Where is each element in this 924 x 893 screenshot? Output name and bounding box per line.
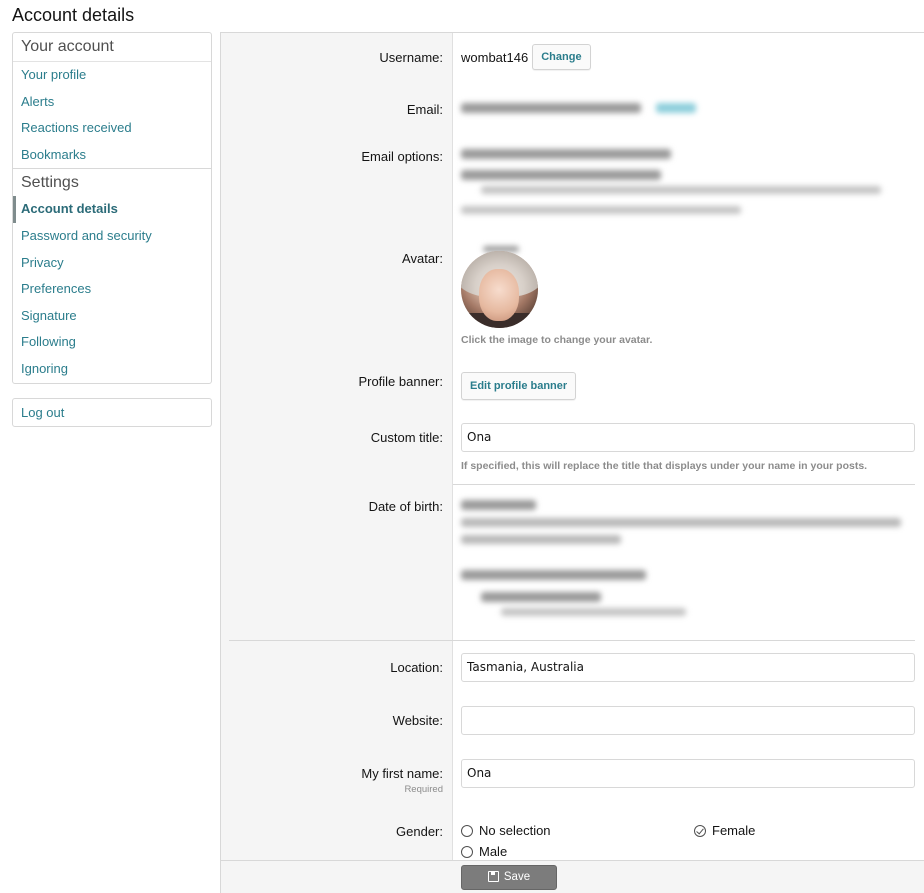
sidebar-item-alerts[interactable]: Alerts <box>13 89 211 116</box>
location-label: Location: <box>390 660 443 675</box>
profile-banner-label: Profile banner: <box>358 374 443 389</box>
sidebar-item-account-details[interactable]: Account details <box>13 196 211 223</box>
avatar-label: Avatar: <box>402 251 443 266</box>
sidebar-item-signature[interactable]: Signature <box>13 303 211 330</box>
sidebar-item-preferences[interactable]: Preferences <box>13 276 211 303</box>
page-title: Account details <box>12 5 135 25</box>
sidebar-item-following[interactable]: Following <box>13 329 211 356</box>
form-submit-row: Save <box>220 861 924 893</box>
sidebar-item-password-security[interactable]: Password and security <box>13 223 211 250</box>
sidebar-item-ignoring[interactable]: Ignoring <box>13 356 211 383</box>
custom-title-label: Custom title: <box>370 430 443 445</box>
radio-icon <box>461 846 473 858</box>
sidebar-item-bookmarks[interactable]: Bookmarks <box>13 142 211 169</box>
account-details-form: Username: wombat146 Change Email: Email … <box>220 32 924 861</box>
custom-title-input[interactable]: Ona <box>461 423 915 452</box>
sidebar-item-reactions-received[interactable]: Reactions received <box>13 115 211 142</box>
gender-label: Gender: <box>396 824 443 839</box>
profile-banner-row: Edit profile banner <box>461 372 577 400</box>
date-of-birth-blurred <box>461 500 911 616</box>
email-label: Email: <box>406 102 443 117</box>
gender-option-male[interactable]: Male <box>461 844 507 859</box>
radio-icon <box>461 825 473 837</box>
location-input[interactable]: Tasmania, Australia <box>461 653 915 682</box>
sidebar-item-your-profile[interactable]: Your profile <box>13 62 211 89</box>
date-of-birth-label: Date of birth: <box>368 499 443 514</box>
username-row: wombat146 Change <box>461 44 591 70</box>
user-avatar[interactable] <box>461 251 538 328</box>
logout-link[interactable]: Log out <box>13 399 211 426</box>
website-input[interactable] <box>461 706 915 735</box>
sidebar-heading-your-account: Your account <box>13 33 211 62</box>
email-options-blurred <box>461 149 901 214</box>
email-options-label: Email options: <box>361 149 443 164</box>
username-value: wombat146 <box>461 49 529 65</box>
divider-after-custom-title <box>453 484 915 485</box>
save-button[interactable]: Save <box>461 865 557 890</box>
divider-after-date-of-birth <box>229 640 915 641</box>
first-name-required: Required <box>404 784 443 795</box>
gender-option-female[interactable]: Female <box>694 823 755 838</box>
website-label: Website: <box>392 713 443 728</box>
change-username-button[interactable]: Change <box>532 44 591 70</box>
edit-profile-banner-button[interactable]: Edit profile banner <box>461 372 577 400</box>
save-icon <box>487 871 499 882</box>
first-name-input[interactable]: Ona <box>461 759 915 788</box>
custom-title-hint: If specified, this will replace the titl… <box>461 460 868 472</box>
account-sidebar: Your account Your profile Alerts Reactio… <box>12 32 212 384</box>
radio-checked-icon <box>694 825 706 837</box>
first-name-label: My first name: <box>361 766 443 781</box>
email-blurred-value <box>461 102 711 116</box>
gender-option-no-selection[interactable]: No selection <box>461 823 551 838</box>
avatar-hint: Click the image to change your avatar. <box>461 334 653 346</box>
sidebar-heading-settings: Settings <box>13 168 211 196</box>
username-label: Username: <box>379 50 443 65</box>
logout-box: Log out <box>12 398 212 427</box>
sidebar-item-privacy[interactable]: Privacy <box>13 250 211 277</box>
